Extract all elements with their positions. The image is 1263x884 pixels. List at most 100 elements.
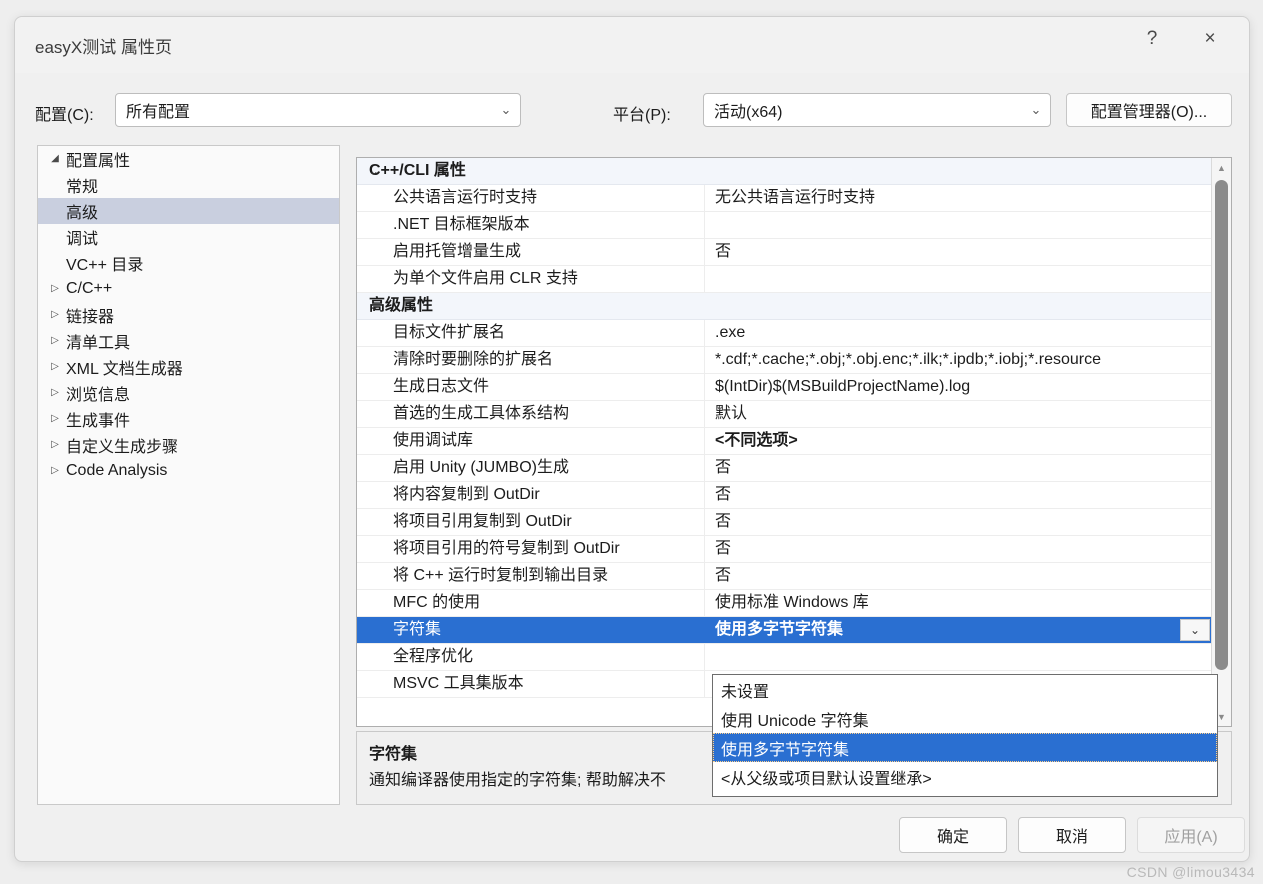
ok-button[interactable]: 确定 bbox=[899, 817, 1007, 853]
property-row[interactable]: 将项目引用复制到 OutDir 否 bbox=[357, 509, 1212, 536]
dropdown-option[interactable]: 未设置 bbox=[713, 675, 1217, 704]
tree-item-label: 高级 bbox=[66, 205, 99, 222]
tree-item-8[interactable]: ▷ XML 文档生成器 bbox=[38, 354, 339, 380]
platform-select[interactable]: 活动(x64) ⌄ bbox=[703, 93, 1051, 127]
property-name: 将项目引用复制到 OutDir bbox=[357, 509, 705, 535]
property-name: .NET 目标框架版本 bbox=[357, 212, 705, 238]
property-row[interactable]: 公共语言运行时支持 无公共语言运行时支持 bbox=[357, 185, 1212, 212]
dropdown-option[interactable]: <从父级或项目默认设置继承> bbox=[713, 762, 1217, 791]
property-value: 否 bbox=[715, 459, 732, 476]
configuration-manager-button[interactable]: 配置管理器(O)... bbox=[1066, 93, 1232, 127]
tree-item-0[interactable]: ◢ 配置属性 bbox=[38, 146, 339, 172]
property-row[interactable]: 使用调试库 <不同选项> bbox=[357, 428, 1212, 455]
screen: easyX测试 属性页 ? × 配置(C): 所有配置 ⌄ 平台(P): 活动(… bbox=[0, 0, 1263, 884]
property-value: 否 bbox=[715, 486, 732, 503]
tree-item-11[interactable]: ▷ 自定义生成步骤 bbox=[38, 432, 339, 458]
tree-item-12[interactable]: ▷ Code Analysis bbox=[38, 458, 339, 484]
property-row[interactable]: 生成日志文件 $(IntDir)$(MSBuildProjectName).log bbox=[357, 374, 1212, 401]
tree-item-label: 常规 bbox=[66, 179, 99, 196]
property-pages-dialog: easyX测试 属性页 ? × 配置(C): 所有配置 ⌄ 平台(P): 活动(… bbox=[14, 16, 1250, 862]
tree-collapsed-icon[interactable]: ▷ bbox=[46, 440, 64, 450]
tree-item-10[interactable]: ▷ 生成事件 bbox=[38, 406, 339, 432]
property-value: 否 bbox=[715, 540, 732, 557]
property-row[interactable]: 将 C++ 运行时复制到输出目录否 bbox=[357, 563, 1212, 590]
scrollbar-thumb[interactable] bbox=[1215, 180, 1228, 670]
property-grid-scrollbar[interactable]: ▲ ▼ bbox=[1211, 158, 1231, 726]
tree-item-5[interactable]: ▷ C/C++ bbox=[38, 276, 339, 302]
tree-item-label: 配置属性 bbox=[66, 153, 131, 170]
property-value bbox=[705, 644, 1212, 670]
configuration-label: 配置(C): bbox=[35, 107, 94, 124]
tree-item-9[interactable]: ▷ 浏览信息 bbox=[38, 380, 339, 406]
close-icon[interactable]: × bbox=[1187, 17, 1233, 61]
tree-item-label: 链接器 bbox=[66, 309, 115, 326]
property-category-row[interactable]: ⌄ C++/CLI 属性 bbox=[357, 158, 1212, 185]
property-row[interactable]: 字符集 使用多字节字符集 ⌄ bbox=[357, 617, 1212, 644]
category-expanded-icon[interactable]: ⌄ bbox=[369, 293, 379, 319]
watermark: CSDN @limou3434 bbox=[1126, 864, 1255, 880]
property-dropdown-button[interactable]: ⌄ bbox=[1180, 619, 1210, 641]
property-name: 公共语言运行时支持 bbox=[357, 185, 705, 211]
property-row[interactable]: MFC 的使用 使用标准 Windows 库 bbox=[357, 590, 1212, 617]
property-category-row[interactable]: ⌄ 高级属性 bbox=[357, 293, 1212, 320]
property-value: 使用标准 Windows 库 bbox=[715, 594, 869, 611]
configuration-tree[interactable]: ◢ 配置属性 常规 高级 调试 VC++ 目录 ▷ C/C++ ▷ 链接器 ▷ 清单工具 ▷ XML 文档… bbox=[37, 145, 340, 805]
chevron-down-icon: ⌄ bbox=[1030, 102, 1042, 117]
tree-item-3[interactable]: 调试 bbox=[38, 224, 339, 250]
property-row[interactable]: 目标文件扩展名 .exe bbox=[357, 320, 1212, 347]
property-value: .exe bbox=[715, 324, 746, 341]
tree-item-label: 浏览信息 bbox=[66, 387, 131, 404]
tree-item-label: 调试 bbox=[66, 231, 99, 248]
property-name: 全程序优化 bbox=[357, 644, 705, 670]
tree-collapsed-icon[interactable]: ▷ bbox=[46, 284, 64, 294]
tree-item-6[interactable]: ▷ 链接器 bbox=[38, 302, 339, 328]
tree-collapsed-icon[interactable]: ▷ bbox=[46, 414, 64, 424]
tree-collapsed-icon[interactable]: ▷ bbox=[46, 310, 64, 320]
property-value[interactable]: 使用多字节字符集 bbox=[705, 617, 1212, 643]
apply-button[interactable]: 应用(A) bbox=[1137, 817, 1245, 853]
property-row[interactable]: 为单个文件启用 CLR 支持 bbox=[357, 266, 1212, 293]
tree-item-7[interactable]: ▷ 清单工具 bbox=[38, 328, 339, 354]
property-value: 否 bbox=[715, 243, 732, 260]
property-name: 高级属性 bbox=[369, 297, 434, 314]
tree-expanded-icon[interactable]: ◢ bbox=[46, 154, 64, 164]
property-value: $(IntDir)$(MSBuildProjectName).log bbox=[715, 378, 971, 395]
help-icon[interactable]: ? bbox=[1129, 17, 1175, 61]
property-grid[interactable]: ⌄ C++/CLI 属性 公共语言运行时支持 无公共语言运行时支持 .NET 目标框架版… bbox=[356, 157, 1232, 727]
tree-item-label: XML 文档生成器 bbox=[66, 361, 183, 378]
tree-item-label: C/C++ bbox=[66, 280, 113, 297]
property-value: 默认 bbox=[715, 405, 748, 422]
tree-item-2[interactable]: 高级 bbox=[38, 198, 339, 224]
description-title: 字符集 bbox=[369, 746, 418, 763]
property-row[interactable]: .NET 目标框架版本 bbox=[357, 212, 1212, 239]
property-name: 生成日志文件 bbox=[357, 374, 705, 400]
category-expanded-icon[interactable]: ⌄ bbox=[369, 158, 379, 184]
property-row[interactable]: 将内容复制到 OutDir 否 bbox=[357, 482, 1212, 509]
configuration-select-value: 所有配置 bbox=[126, 104, 191, 121]
tree-collapsed-icon[interactable]: ▷ bbox=[46, 388, 64, 398]
dropdown-option[interactable]: 使用多字节字符集 bbox=[713, 733, 1217, 762]
charset-dropdown-list[interactable]: 未设置 使用 Unicode 字符集 使用多字节字符集 <从父级或项目默认设置继承> bbox=[712, 674, 1218, 797]
tree-item-1[interactable]: 常规 bbox=[38, 172, 339, 198]
tree-item-label: Code Analysis bbox=[66, 462, 168, 479]
property-name: 将 C++ 运行时复制到输出目录 bbox=[357, 563, 705, 589]
property-value: 无公共语言运行时支持 bbox=[715, 189, 876, 206]
property-row[interactable]: 将项目引用的符号复制到 OutDir 否 bbox=[357, 536, 1212, 563]
tree-item-label: VC++ 目录 bbox=[66, 257, 144, 274]
tree-collapsed-icon[interactable]: ▷ bbox=[46, 466, 64, 476]
scroll-up-arrow-icon[interactable]: ▲ bbox=[1212, 158, 1231, 177]
property-row[interactable]: 全程序优化 bbox=[357, 644, 1212, 671]
property-name: 首选的生成工具体系结构 bbox=[357, 401, 705, 427]
property-value: <不同选项> bbox=[715, 432, 798, 449]
cancel-button[interactable]: 取消 bbox=[1018, 817, 1126, 853]
configuration-select[interactable]: 所有配置 ⌄ bbox=[115, 93, 521, 127]
tree-collapsed-icon[interactable]: ▷ bbox=[46, 362, 64, 372]
property-row[interactable]: 首选的生成工具体系结构 默认 bbox=[357, 401, 1212, 428]
tree-collapsed-icon[interactable]: ▷ bbox=[46, 336, 64, 346]
dropdown-option[interactable]: 使用 Unicode 字符集 bbox=[713, 704, 1217, 733]
property-row[interactable]: 启用托管增量生成否 bbox=[357, 239, 1212, 266]
property-row[interactable]: 清除时要删除的扩展名 *.cdf;*.cache;*.obj;*.obj.enc;… bbox=[357, 347, 1212, 374]
property-row[interactable]: 启用 Unity (JUMBO)生成否 bbox=[357, 455, 1212, 482]
property-value bbox=[705, 212, 1212, 238]
tree-item-4[interactable]: VC++ 目录 bbox=[38, 250, 339, 276]
